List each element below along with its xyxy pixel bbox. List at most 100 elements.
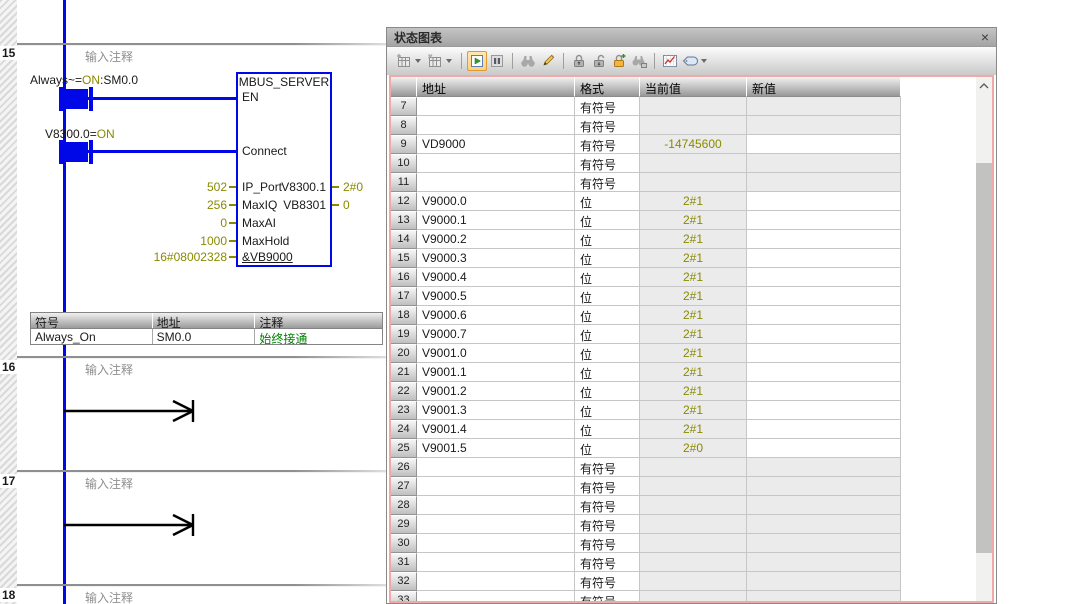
row-number-cell[interactable]: 30 xyxy=(391,534,417,553)
address-cell[interactable]: V9000.0 xyxy=(417,192,575,211)
unforce-icon[interactable] xyxy=(589,51,609,71)
format-cell[interactable]: 位 xyxy=(575,287,640,306)
format-cell[interactable]: 位 xyxy=(575,363,640,382)
address-cell[interactable]: V9000.5 xyxy=(417,287,575,306)
address-cell[interactable]: VD9000 xyxy=(417,135,575,154)
address-cell[interactable] xyxy=(417,477,575,496)
address-cell[interactable] xyxy=(417,496,575,515)
address-cell[interactable]: V9001.0 xyxy=(417,344,575,363)
row-number-cell[interactable]: 12 xyxy=(391,192,417,211)
row-number-cell[interactable]: 20 xyxy=(391,344,417,363)
chevron-down-icon[interactable] xyxy=(701,59,707,63)
force-icon[interactable] xyxy=(569,51,589,71)
format-cell[interactable]: 位 xyxy=(575,268,640,287)
address-cell[interactable] xyxy=(417,572,575,591)
new-value-cell[interactable] xyxy=(747,116,901,135)
address-cell[interactable]: V9000.3 xyxy=(417,249,575,268)
chevron-down-icon[interactable] xyxy=(446,59,452,63)
force-new-icon[interactable] xyxy=(609,51,629,71)
format-cell[interactable]: 位 xyxy=(575,230,640,249)
format-cell[interactable]: 有符号 xyxy=(575,97,640,116)
format-cell[interactable]: 有符号 xyxy=(575,496,640,515)
address-cell[interactable]: V9001.2 xyxy=(417,382,575,401)
mbus-server-block[interactable]: MBUS_SERVER EN Connect IP_Port MaxIQ Max… xyxy=(236,72,332,267)
address-cell[interactable]: V9000.4 xyxy=(417,268,575,287)
row-number-cell[interactable]: 25 xyxy=(391,439,417,458)
new-value-cell[interactable] xyxy=(747,97,901,116)
network-comment[interactable]: 输入注释 xyxy=(85,48,133,65)
address-cell[interactable] xyxy=(417,116,575,135)
row-number-cell[interactable]: 10 xyxy=(391,154,417,173)
format-cell[interactable]: 有符号 xyxy=(575,458,640,477)
new-value-cell[interactable] xyxy=(747,173,901,192)
vertical-scrollbar[interactable] xyxy=(976,77,992,601)
format-cell[interactable]: 有符号 xyxy=(575,572,640,591)
address-cell[interactable] xyxy=(417,458,575,477)
row-number-cell[interactable]: 23 xyxy=(391,401,417,420)
address-cell[interactable]: V9001.5 xyxy=(417,439,575,458)
new-value-cell[interactable] xyxy=(747,382,901,401)
new-value-cell[interactable] xyxy=(747,192,901,211)
format-cell[interactable]: 位 xyxy=(575,420,640,439)
column-header-format[interactable]: 格式 xyxy=(575,77,640,97)
new-value-cell[interactable] xyxy=(747,439,901,458)
window-titlebar[interactable]: 状态图表 × xyxy=(387,28,996,47)
chart-status-pause-icon[interactable] xyxy=(487,51,507,71)
new-value-cell[interactable] xyxy=(747,363,901,382)
read-all-icon[interactable] xyxy=(518,51,538,71)
row-number-cell[interactable]: 22 xyxy=(391,382,417,401)
row-number-cell[interactable]: 27 xyxy=(391,477,417,496)
row-number-cell[interactable]: 17 xyxy=(391,287,417,306)
new-value-cell[interactable] xyxy=(747,458,901,477)
row-number-cell[interactable]: 13 xyxy=(391,211,417,230)
new-value-cell[interactable] xyxy=(747,230,901,249)
insert-row-icon[interactable] xyxy=(394,51,414,71)
row-number-cell[interactable]: 8 xyxy=(391,116,417,135)
address-cell[interactable]: V9000.7 xyxy=(417,325,575,344)
new-value-cell[interactable] xyxy=(747,135,901,154)
row-number-cell[interactable]: 11 xyxy=(391,173,417,192)
format-cell[interactable]: 位 xyxy=(575,325,640,344)
row-number-cell[interactable]: 9 xyxy=(391,135,417,154)
new-value-cell[interactable] xyxy=(747,306,901,325)
address-cell[interactable] xyxy=(417,591,575,603)
new-value-cell[interactable] xyxy=(747,477,901,496)
row-number-cell[interactable]: 26 xyxy=(391,458,417,477)
format-cell[interactable]: 有符号 xyxy=(575,591,640,603)
network-comment[interactable]: 输入注释 xyxy=(85,589,133,604)
format-cell[interactable]: 位 xyxy=(575,306,640,325)
address-cell[interactable]: V9000.1 xyxy=(417,211,575,230)
row-number-cell[interactable]: 21 xyxy=(391,363,417,382)
scrollbar-thumb[interactable] xyxy=(976,163,992,553)
row-number-cell[interactable]: 24 xyxy=(391,420,417,439)
row-number-cell[interactable]: 18 xyxy=(391,306,417,325)
address-cell[interactable]: V9001.4 xyxy=(417,420,575,439)
new-value-cell[interactable] xyxy=(747,420,901,439)
chevron-down-icon[interactable] xyxy=(415,59,421,63)
format-cell[interactable]: 位 xyxy=(575,211,640,230)
address-cell[interactable]: V9001.1 xyxy=(417,363,575,382)
address-cell[interactable] xyxy=(417,154,575,173)
new-value-cell[interactable] xyxy=(747,401,901,420)
new-value-cell[interactable] xyxy=(747,591,901,603)
format-cell[interactable]: 有符号 xyxy=(575,515,640,534)
format-cell[interactable]: 位 xyxy=(575,401,640,420)
format-cell[interactable]: 位 xyxy=(575,192,640,211)
new-value-cell[interactable] xyxy=(747,496,901,515)
format-cell[interactable]: 有符号 xyxy=(575,553,640,572)
format-cell[interactable]: 有符号 xyxy=(575,135,640,154)
address-cell[interactable]: V9001.3 xyxy=(417,401,575,420)
address-cell[interactable]: V9000.6 xyxy=(417,306,575,325)
trend-view-icon[interactable] xyxy=(660,51,680,71)
format-cell[interactable]: 有符号 xyxy=(575,477,640,496)
row-number-cell[interactable]: 28 xyxy=(391,496,417,515)
row-number-cell[interactable]: 31 xyxy=(391,553,417,572)
network-comment[interactable]: 输入注释 xyxy=(85,475,133,492)
address-cell[interactable]: V9000.2 xyxy=(417,230,575,249)
column-header-new[interactable]: 新值 xyxy=(747,77,901,97)
write-all-icon[interactable] xyxy=(538,51,558,71)
new-value-cell[interactable] xyxy=(747,553,901,572)
row-number-cell[interactable]: 29 xyxy=(391,515,417,534)
chart-status-play-icon[interactable] xyxy=(467,51,487,71)
bookmark-icon[interactable] xyxy=(680,51,700,71)
